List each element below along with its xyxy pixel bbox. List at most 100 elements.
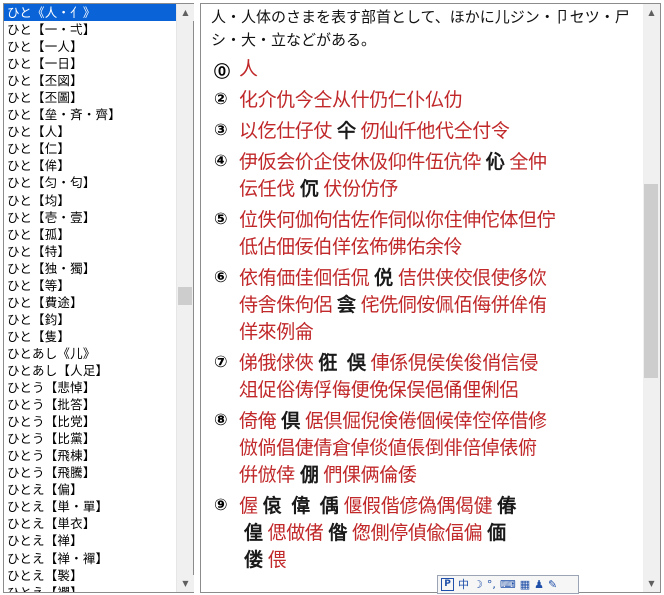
list-item[interactable]: ひと【壱・壹】 [4, 209, 176, 226]
kanji-link[interactable]: 偎 [268, 547, 287, 574]
kanji-link[interactable]: 伊仮会价企伎休伋仰件伍伉伜 [239, 149, 481, 176]
scroll-down-arrow-icon[interactable]: ▼ [643, 575, 660, 592]
kanji-link[interactable]: 伝任伐 [239, 176, 295, 203]
list-item[interactable]: ひと【匀・匂】 [4, 174, 176, 191]
kanji-content-pane: 人・人体のさまを表す部首として、ほかに儿ジン・卩セツ・尸シ・大・立などがある。 … [200, 3, 661, 593]
list-item[interactable]: ひと【一・弌】 [4, 21, 176, 38]
kanji-line: 以仡仕仔仗仐仞仙仟他代仝付令 [239, 118, 643, 145]
kanji-plain: 偊 [319, 495, 339, 517]
list-item[interactable]: ひとえ【単衣】 [4, 515, 176, 532]
kanji-link[interactable]: 依侑価佳佪佸侃 [239, 265, 370, 292]
kanji-link[interactable]: 倂倣倖 [239, 462, 295, 489]
list-scroll-thumb[interactable] [178, 287, 192, 305]
list-item[interactable]: ひとえ【単・單】 [4, 498, 176, 515]
stroke-sections: ⓪ 人 ② 化介仇今仝从什仍仁仆仏仂 ③ 以仡仕仔仗仐仞仙仟他代仝付令 ④ 伊仮会价企伎休伋仰… [211, 56, 643, 574]
kanji-link[interactable]: 們倮俩倫倭 [323, 462, 416, 489]
list-item[interactable]: ひとう【飛騰】 [4, 464, 176, 481]
list-item[interactable]: ひと【人】 [4, 123, 176, 140]
kanji-link[interactable]: 仞仙仟他代仝付令 [361, 118, 510, 145]
kanji-content: 人・人体のさまを表す部首として、ほかに儿ジン・卩セツ・尸シ・大・立などがある。 … [201, 4, 643, 592]
list-item[interactable]: ひと【等】 [4, 277, 176, 294]
kanji-line: 伊仮会价企伎休伋仰件伍伉伜伈全仲 [239, 149, 643, 176]
list-item[interactable]: ひと【仁】 [4, 140, 176, 157]
ime-mode-indicator[interactable]: 中 [458, 576, 469, 593]
kanji-link[interactable]: 位佚何伽佝估佐作伺似你住伸佗体但佇 [239, 207, 556, 234]
kanji-link[interactable]: 偓 [239, 493, 258, 520]
list-item[interactable]: ひと【丕圖】 [4, 89, 176, 106]
list-item[interactable]: ひと【侔】 [4, 157, 176, 174]
scroll-up-arrow-icon[interactable]: ▲ [177, 4, 194, 21]
list-item[interactable]: ひと【費途】 [4, 294, 176, 311]
ime-moon-icon[interactable]: ☽ [473, 576, 483, 593]
list-item[interactable]: ひとう【比黨】 [4, 430, 176, 447]
list-item[interactable]: ひと【鈞】 [4, 311, 176, 328]
list-scrollbar[interactable]: ▲ ▼ [176, 4, 194, 592]
list-item[interactable]: ひと【一日】 [4, 55, 176, 72]
stroke-count-label: ④ [214, 151, 228, 170]
list-item[interactable]: ひとあし《儿》 [4, 345, 176, 362]
kanji-link[interactable]: 倨倶倔倪倹倦個候倖倥倅借修 [305, 408, 547, 435]
content-scroll-thumb[interactable] [644, 184, 658, 378]
list-item[interactable]: ひと【丕図】 [4, 72, 176, 89]
kanji-line: 偻偎 [239, 547, 643, 574]
kanji-link[interactable]: 俥係俔侯俟俊俏信侵 [371, 350, 539, 377]
kanji-line: 俎促俗俦俘侮便俛保俣俋俑俚俐侶 [239, 377, 643, 404]
stroke-section: ③ 以仡仕仔仗仐仞仙仟他代仝付令 [211, 118, 643, 145]
list-item[interactable]: ひとえ【禅・襌】 [4, 550, 176, 567]
ime-keyboard-icon[interactable]: ⌨ [500, 576, 516, 593]
kanji-link[interactable]: 偲做偖 [268, 520, 324, 547]
kanji-link[interactable]: 俎促俗俦俘侮便俛保俣俋俑俚俐侶 [239, 377, 518, 404]
stroke-count-label: ③ [214, 120, 228, 139]
content-scrollbar[interactable]: ▲ ▼ [643, 4, 660, 592]
kanji-link[interactable]: 人 [239, 56, 258, 83]
list-item[interactable]: ひと《人・亻》 [4, 4, 176, 22]
kanji-link[interactable]: 俤俄俅俠 [239, 350, 314, 377]
kanji-link[interactable]: 伏份仿伃 [323, 176, 398, 203]
scroll-down-arrow-icon[interactable]: ▼ [177, 575, 194, 592]
kanji-line: 人 [239, 56, 643, 83]
list-item[interactable]: ひと【孤】 [4, 226, 176, 243]
kanji-line: 佯來例侖 [239, 319, 643, 346]
list-item[interactable]: ひとえ【偏】 [4, 481, 176, 498]
kanji-link[interactable]: 偬側停偵偸偪偏 [352, 520, 483, 547]
stroke-count-label: ② [214, 89, 228, 108]
list-item[interactable]: ひとう【飛棟】 [4, 447, 176, 464]
kanji-link[interactable]: 佯來例侖 [239, 319, 314, 346]
kanji-link[interactable]: 以仡仕仔仗 [239, 118, 332, 145]
kanji-link[interactable]: 倚俺 [239, 408, 277, 435]
list-item[interactable]: ひとえ【襴】 [4, 584, 176, 592]
ime-settings-icon[interactable]: ✎ [548, 576, 557, 593]
list-item[interactable]: ひとう【比党】 [4, 413, 176, 430]
list-item[interactable]: ひとあし【人足】 [4, 362, 176, 379]
list-item[interactable]: ひと【隻】 [4, 328, 176, 345]
list-item[interactable]: ひと【垒・斉・齊】 [4, 106, 176, 123]
ime-punct-icon[interactable]: °, [487, 576, 496, 593]
list-item[interactable]: ひとえ【禅】 [4, 532, 176, 549]
kanji-link[interactable]: 全仲 [509, 149, 547, 176]
kanji-link[interactable]: 偃假偕偐偽偶偈健 [343, 493, 492, 520]
kanji-link[interactable]: 佶供侠佼佷使侈佽 [398, 265, 547, 292]
ime-grid-icon[interactable]: ▦ [520, 576, 530, 593]
list-item[interactable]: ひとう【悲悼】 [4, 379, 176, 396]
stroke-count-label: ⓪ [214, 62, 231, 81]
list-item[interactable]: ひとう【批答】 [4, 396, 176, 413]
ime-logo-icon[interactable]: P [441, 578, 454, 591]
ime-user-icon[interactable]: ♟ [534, 576, 544, 593]
radical-list[interactable]: ひと《人・亻》 ひと【一・弌】 ひと【一人】 ひと【一日】 ひと【丕図】 ひと【丕圖】 ひと… [4, 4, 176, 592]
kanji-link[interactable]: 侘侁侗侒佩佰侮併侔侑 [361, 292, 547, 319]
kanji-plain: 俁 [347, 352, 366, 374]
list-item[interactable]: ひと【特】 [4, 243, 176, 260]
list-item[interactable]: ひと【一人】 [4, 38, 176, 55]
kanji-line: 依侑価佳佪佸侃侻佶供侠佼佷使侈佽 [239, 265, 643, 292]
kanji-link[interactable]: 低佔佃佞伯佯伭佈佛佑余伶 [239, 234, 463, 261]
kanji-link[interactable]: 化介仇今仝从什仍仁仆仏仂 [239, 87, 463, 114]
kanji-line: 低佔佃佞伯佯伭佈佛佑余伶 [239, 234, 643, 261]
list-item[interactable]: ひとえ【褧】 [4, 567, 176, 584]
scroll-up-arrow-icon[interactable]: ▲ [643, 4, 660, 21]
ime-toolbar[interactable]: P 中 ☽ °, ⌨ ▦ ♟ ✎ [437, 575, 579, 594]
stroke-count-label: ⑧ [214, 410, 228, 429]
kanji-link[interactable]: 倣倘倡倢倩倉倬倓値倀倒俳倍倬俵俯 [239, 435, 537, 462]
list-item[interactable]: ひと【独・獨】 [4, 260, 176, 277]
kanji-link[interactable]: 侍舎侏佝侶 [239, 292, 332, 319]
list-item[interactable]: ひと【均】 [4, 192, 176, 209]
